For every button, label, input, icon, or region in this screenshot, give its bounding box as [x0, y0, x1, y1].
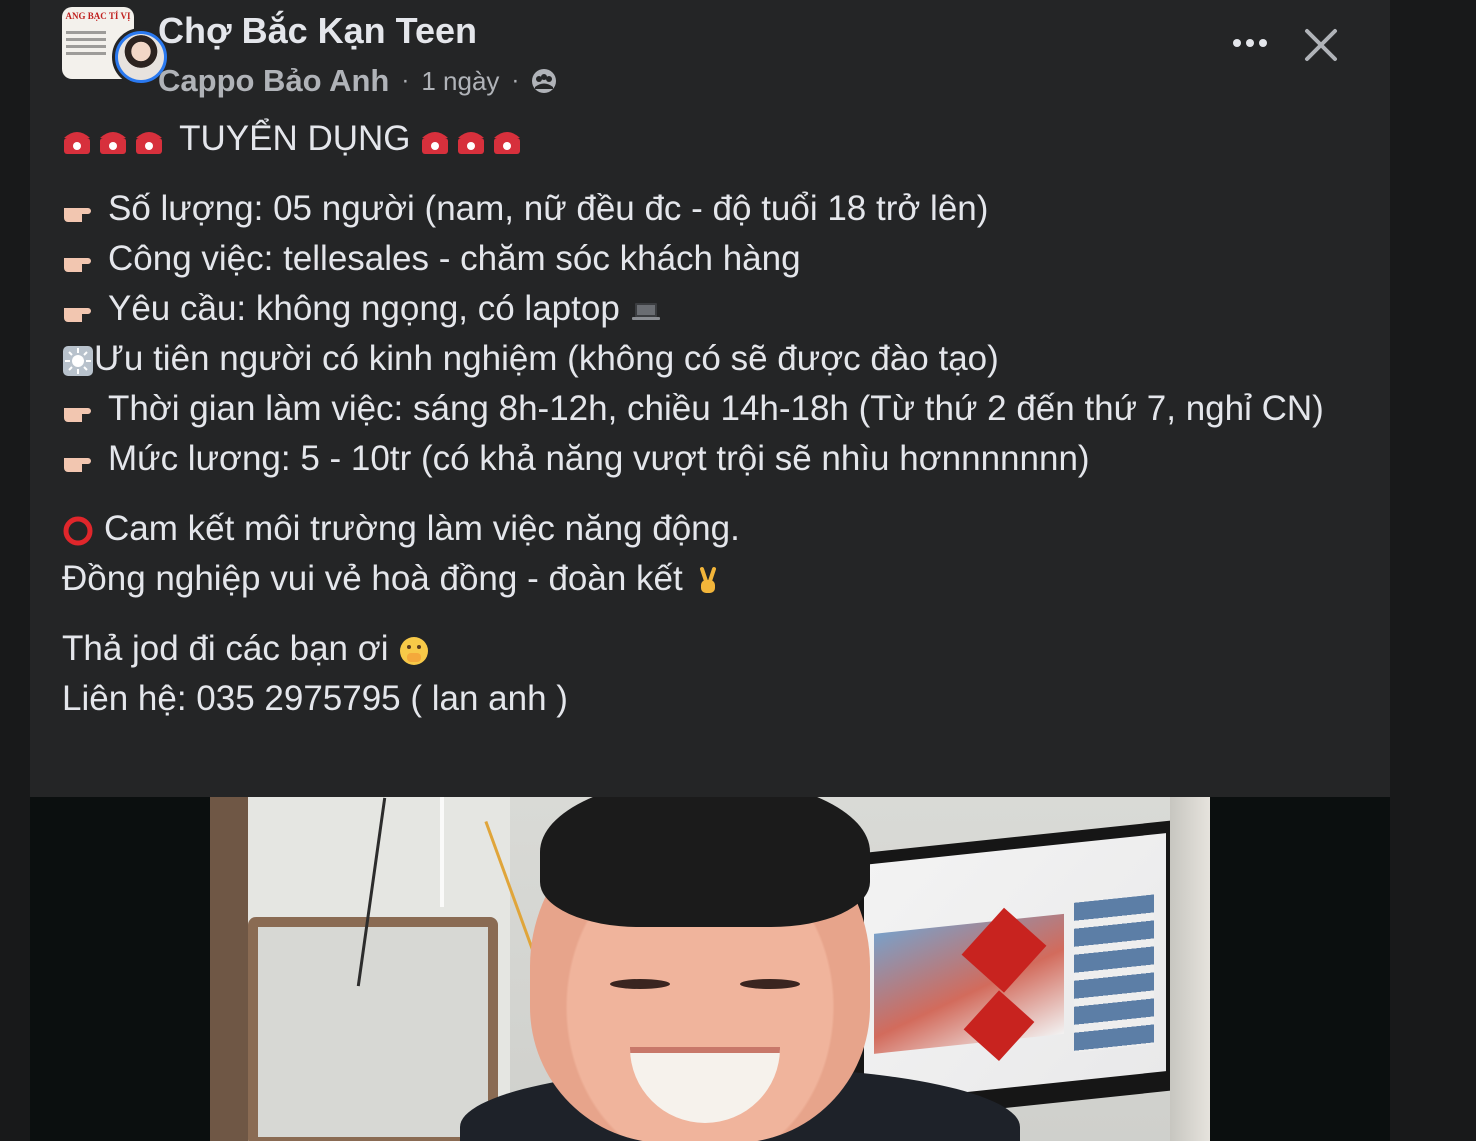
pointing-hand-icon — [64, 307, 91, 322]
requirement-line: Thời gian làm việc: sáng 8h-12h, chiều 1… — [62, 384, 1362, 434]
post-meta: Cappo Bảo Anh · 1 ngày · — [158, 62, 557, 100]
victory-hand-icon — [700, 566, 717, 593]
telephone-emoji-icon — [64, 131, 90, 154]
post-photo[interactable] — [210, 797, 1210, 1141]
close-icon[interactable] — [1298, 22, 1344, 68]
meta-separator: · — [511, 67, 520, 94]
colleague-line: Đồng nghiệp vui vẻ hoà đồng - đoàn kết — [62, 554, 1362, 604]
headline-text: TUYỂN DỤNG — [179, 119, 411, 158]
requirement-line: Số lượng: 05 người (nam, nữ đều đc - độ … — [62, 184, 1362, 234]
author-name-link[interactable]: Cappo Bảo Anh — [158, 63, 389, 99]
telephone-emoji-icon — [458, 131, 485, 154]
headline-row: TUYỂN DỤNG — [62, 114, 1362, 164]
telephone-emoji-icon — [136, 131, 162, 154]
pointing-hand-icon — [64, 207, 91, 222]
more-options-icon[interactable] — [1226, 24, 1274, 62]
commit-line: Cam kết môi trường làm việc năng động. — [62, 504, 1362, 554]
group-name-link[interactable]: Chợ Bắc Kạn Teen — [158, 10, 477, 52]
telephone-emoji-icon — [422, 131, 449, 154]
post-card: ANG BẠC TÍ VỊ Chợ Bắc Kạn Teen Cappo Bảo… — [30, 0, 1390, 797]
group-audience-icon[interactable] — [531, 68, 557, 94]
pointing-hand-icon — [64, 407, 91, 422]
pointing-hand-icon — [64, 457, 91, 472]
post-text: TUYỂN DỤNG Số lượng: 05 người (nam, nữ đ… — [62, 114, 1362, 724]
right-gutter — [1390, 0, 1476, 1141]
requirement-line: Công việc: tellesales - chăm sóc khách h… — [62, 234, 1362, 284]
telephone-emoji-icon — [494, 131, 521, 154]
requirement-line: Yêu cầu: không ngọng, có laptop — [62, 284, 1362, 334]
cta-line: Thả jod đi các bạn ơi — [62, 624, 1362, 674]
telephone-emoji-icon — [100, 131, 126, 154]
red-circle-emoji-icon — [63, 516, 93, 546]
group-logo-text: ANG BẠC TÍ VỊ — [65, 11, 131, 21]
requirement-line: Ưu tiên người có kinh nghiệm (không có s… — [62, 334, 1362, 384]
face-hand-over-mouth-icon — [400, 636, 429, 665]
meta-separator: · — [401, 67, 410, 94]
contact-line: Liên hệ: 035 2975795 ( lan anh ) — [62, 679, 568, 718]
requirement-line: Mức lương: 5 - 10tr (có khả năng vượt tr… — [62, 434, 1362, 484]
group-logo-icon — [66, 27, 106, 59]
sun-emoji-icon — [63, 345, 93, 376]
left-gutter — [0, 0, 30, 1141]
laptop-emoji-icon — [631, 302, 660, 320]
post-time-link[interactable]: 1 ngày — [421, 66, 499, 97]
pointing-hand-icon — [64, 257, 91, 272]
post-media — [30, 797, 1390, 1141]
